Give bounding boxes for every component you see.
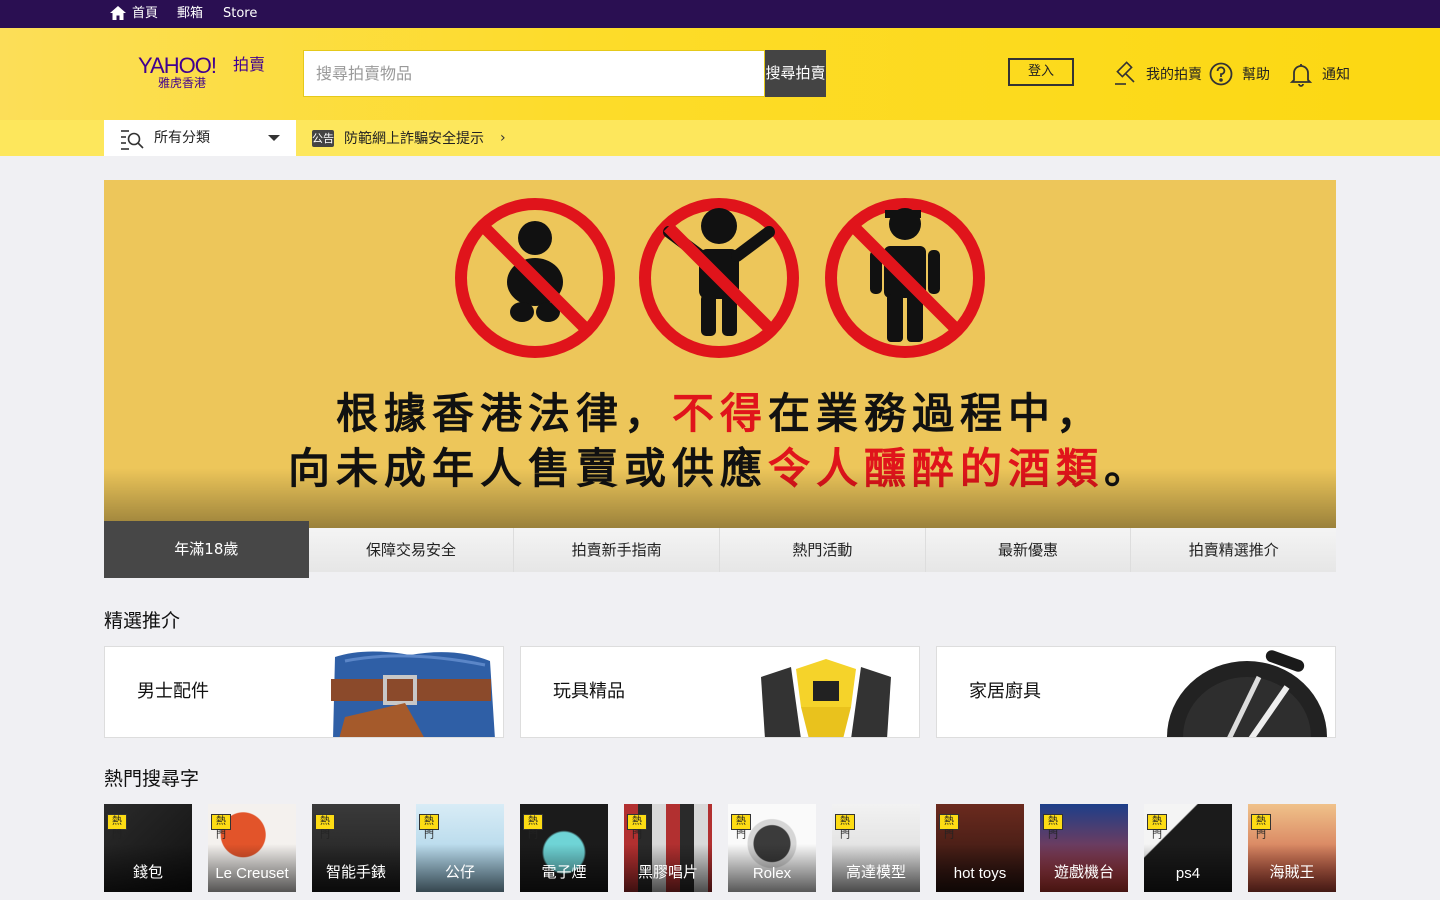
hot-search-label: 錢包 (132, 864, 163, 881)
hot-search-label: 黑膠唱片 (637, 864, 698, 881)
logo-region: 雅虎香港 (158, 76, 207, 90)
announcement-text: 防範網上詐騙安全提示 (344, 131, 484, 147)
tab-featured-picks[interactable]: 拍賣精選推介 (1131, 528, 1337, 572)
top-link-mail[interactable]: 郵箱 (177, 0, 203, 28)
tab-latest-offers[interactable]: 最新優惠 (925, 528, 1132, 572)
logo-product: 拍賣 (233, 55, 266, 74)
tab-beginner-guide[interactable]: 拍賣新手指南 (514, 528, 721, 572)
yahoo-auctions-logo[interactable]: YAHOO! 拍賣 雅虎香港 (138, 54, 278, 94)
top-link-home[interactable]: 首頁 (132, 0, 158, 28)
hot-search-tile[interactable]: 熱門公仔 (416, 804, 504, 892)
no-minors-icons (455, 198, 985, 358)
hot-badge: 熱門 (939, 814, 959, 841)
hot-search-label: 智能手錶 (325, 864, 386, 881)
hot-badge: 熱門 (627, 814, 647, 841)
banner-text-line1: 根據香港法律，不得在業務過程中， (335, 389, 1105, 438)
hot-search-tile[interactable]: 熱門 Rolex (728, 804, 816, 892)
category-dropdown[interactable]: 所有分類 (104, 120, 296, 156)
sub-header: 所有分類 公告 防範網上詐騙安全提示 › (0, 120, 1440, 156)
promo-label: 家居廚具 (969, 681, 1041, 702)
hot-search-tile[interactable]: 熱門遊戲機台 (1040, 804, 1128, 892)
hot-search-tile[interactable]: 熱門 ps4 (1144, 804, 1232, 892)
hot-search-tile[interactable]: 熱門錢包 (104, 804, 192, 892)
promo-card[interactable]: 家居廚具 (936, 646, 1336, 738)
notifications-label: 通知 (1322, 67, 1350, 83)
announcement-tag: 公告 (312, 129, 334, 147)
hot-badge: 熱門 (315, 814, 335, 841)
hot-search-tile[interactable]: 熱門 Le Creuset (208, 804, 296, 892)
banner-tabs: 年滿18歲 保障交易安全 拍賣新手指南 熱門活動 最新優惠 拍賣精選推介 (104, 521, 1337, 578)
hot-searches-title: 熱門搜尋字 (104, 768, 200, 790)
hot-search-label: 公仔 (444, 864, 475, 881)
tab-trade-safety[interactable]: 保障交易安全 (308, 528, 515, 572)
promo-label: 男士配件 (137, 681, 209, 702)
hot-badge: 熱門 (211, 814, 231, 841)
category-label: 所有分類 (154, 130, 210, 146)
search-placeholder: 搜尋拍賣物品 (316, 64, 413, 83)
banner-shade (104, 468, 1336, 528)
tab-age-18[interactable]: 年滿18歲 (104, 521, 309, 578)
hot-search-tile[interactable]: 熱門高達模型 (832, 804, 920, 892)
hot-badge: 熱門 (107, 814, 127, 841)
help-icon (1209, 62, 1233, 86)
promo-card[interactable]: 男士配件 (104, 646, 504, 738)
hot-search-tiles: 熱門 錢包 熱門 Le Creuset 熱門 智能手錶 熱門 公仔 熱門 電子煙 熱門 黑膠唱片 熱門 R… (104, 804, 1336, 892)
hot-search-label: 海賊王 (1269, 864, 1315, 881)
hot-badge: 熱門 (419, 814, 439, 841)
hot-badge: 熱門 (835, 814, 855, 841)
category-search-icon (121, 130, 144, 150)
hot-search-label: hot toys (953, 865, 1007, 882)
hot-badge: 熱門 (1147, 814, 1167, 841)
hot-search-tile[interactable]: 熱門智能手錶 (312, 804, 400, 892)
featured-section-title: 精選推介 (104, 610, 181, 632)
hot-badge: 熱門 (523, 814, 543, 841)
promo-label: 玩具精品 (553, 681, 625, 702)
hot-badge: 熱門 (1043, 814, 1063, 841)
announcement-link[interactable]: 公告 防範網上詐騙安全提示 › (312, 120, 506, 156)
no-child-icon (825, 198, 985, 358)
gavel-icon (1115, 61, 1135, 85)
hot-badge: 熱門 (1251, 814, 1271, 841)
hero-banner[interactable]: 根據香港法律，不得在業務過程中， 向未成年人售賣或供應令人醺醉的酒類。 (104, 180, 1336, 528)
header: YAHOO! 拍賣 雅虎香港 搜尋拍賣物品 搜尋拍賣 登入 我的拍賣 幫助 通知 (0, 28, 1440, 120)
hot-search-label: ps4 (1175, 865, 1201, 882)
search-input[interactable]: 搜尋拍賣物品 (303, 50, 765, 97)
my-auctions-label: 我的拍賣 (1146, 67, 1202, 83)
login-button[interactable]: 登入 (1008, 58, 1074, 86)
hot-search-label: 電子煙 (541, 864, 587, 881)
chevron-right-icon: › (500, 130, 506, 146)
transformer-toy-image (761, 659, 891, 737)
hot-search-tile[interactable]: 熱門海賊王 (1248, 804, 1336, 892)
hot-search-label: 遊戲機台 (1053, 864, 1114, 881)
hot-search-tile[interactable]: 熱門 hot toys (936, 804, 1024, 892)
logo-brand: YAHOO! (138, 53, 217, 78)
skillet-image (1167, 650, 1327, 737)
hot-search-label: 高達模型 (845, 864, 906, 881)
notifications-link[interactable]: 通知 (1288, 60, 1350, 88)
top-utility-bar: 首頁 郵箱 Store (0, 0, 1440, 28)
home-icon (110, 6, 126, 20)
no-baby-icon (455, 198, 615, 358)
chevron-down-icon (268, 135, 280, 141)
promo-card[interactable]: 玩具精品 (520, 646, 920, 738)
top-link-store[interactable]: Store (223, 0, 257, 28)
hot-badge: 熱門 (731, 814, 751, 841)
hot-search-tile[interactable]: 熱門電子煙 (520, 804, 608, 892)
hot-search-tile[interactable]: 熱門黑膠唱片 (624, 804, 712, 892)
my-auctions-link[interactable]: 我的拍賣 (1112, 60, 1202, 88)
no-toddler-icon (639, 198, 799, 358)
help-link[interactable]: 幫助 (1208, 60, 1270, 88)
search-button[interactable]: 搜尋拍賣 (765, 50, 826, 97)
help-label: 幫助 (1242, 67, 1270, 83)
tab-hot-events[interactable]: 熱門活動 (720, 528, 926, 572)
bell-icon (1289, 64, 1313, 87)
jeans-wallet-image (331, 651, 495, 737)
hot-search-label: Rolex (752, 865, 792, 882)
hot-search-label: Le Creuset (215, 865, 289, 882)
